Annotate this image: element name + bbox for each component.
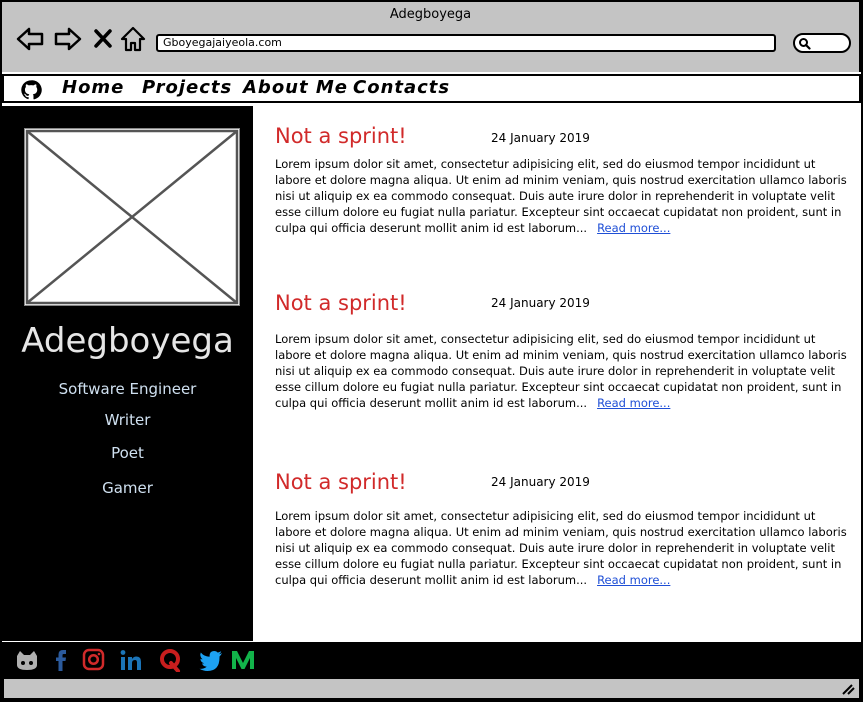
github-octocat-icon[interactable]: [14, 648, 40, 672]
post-excerpt-text: Lorem ipsum dolor sit amet, consectetur …: [275, 332, 847, 410]
profile-name: Adegboyega: [21, 321, 234, 361]
role-gamer: Gamer: [102, 479, 153, 497]
search-icon: [799, 38, 811, 50]
quora-icon[interactable]: [158, 648, 184, 672]
post-title[interactable]: Not a sprint!: [275, 291, 407, 315]
read-more-link[interactable]: Read more...: [597, 573, 670, 587]
home-icon[interactable]: [119, 26, 147, 52]
menu-item-home[interactable]: Home: [62, 77, 124, 98]
post-date: 24 January 2019: [491, 475, 590, 489]
window-title: Adegboyega: [389, 7, 472, 22]
github-icon[interactable]: [20, 79, 42, 101]
profile-image-placeholder: [24, 128, 240, 306]
read-more-link[interactable]: Read more...: [597, 221, 670, 235]
sidebar: Adegboyega Software Engineer Writer Poet…: [2, 106, 253, 641]
post-title[interactable]: Not a sprint!: [275, 470, 407, 494]
linkedin-icon[interactable]: [118, 648, 144, 672]
arrow-left-icon[interactable]: [16, 26, 44, 52]
post-excerpt: Lorem ipsum dolor sit amet, consectetur …: [275, 508, 847, 588]
role-poet: Poet: [111, 444, 144, 462]
twitter-icon[interactable]: [198, 648, 224, 672]
post-excerpt-text: Lorem ipsum dolor sit amet, consectetur …: [275, 509, 847, 587]
role-writer: Writer: [104, 411, 151, 429]
resize-grip-icon[interactable]: [841, 683, 855, 695]
arrow-right-icon[interactable]: [54, 26, 82, 52]
menu-item-contacts[interactable]: Contacts: [353, 77, 450, 98]
browser-chrome: Adegboyega Gboyegajaiyeola.com: [0, 0, 861, 72]
social-footer: [2, 642, 861, 677]
role-software-engineer: Software Engineer: [58, 380, 197, 398]
post-excerpt: Lorem ipsum dolor sit amet, consectetur …: [275, 156, 847, 236]
medium-icon[interactable]: [230, 648, 256, 672]
address-bar[interactable]: Gboyegajaiyeola.com: [156, 34, 776, 52]
menubar: Home Projects About Me Contacts: [2, 74, 861, 103]
menu-item-projects[interactable]: Projects: [142, 77, 232, 98]
post-excerpt: Lorem ipsum dolor sit amet, consectetur …: [275, 331, 847, 411]
read-more-link[interactable]: Read more...: [597, 396, 670, 410]
post-title[interactable]: Not a sprint!: [275, 124, 407, 148]
image-placeholder-icon: [25, 129, 239, 305]
facebook-icon[interactable]: [48, 648, 74, 672]
instagram-icon[interactable]: [80, 648, 106, 672]
close-icon[interactable]: [92, 26, 114, 52]
status-bar: [2, 677, 861, 700]
post-date: 24 January 2019: [491, 296, 590, 310]
post-date: 24 January 2019: [491, 131, 590, 145]
menu-item-about-me[interactable]: About Me: [243, 77, 348, 98]
post-excerpt-text: Lorem ipsum dolor sit amet, consectetur …: [275, 157, 847, 235]
search-field[interactable]: [793, 33, 851, 53]
